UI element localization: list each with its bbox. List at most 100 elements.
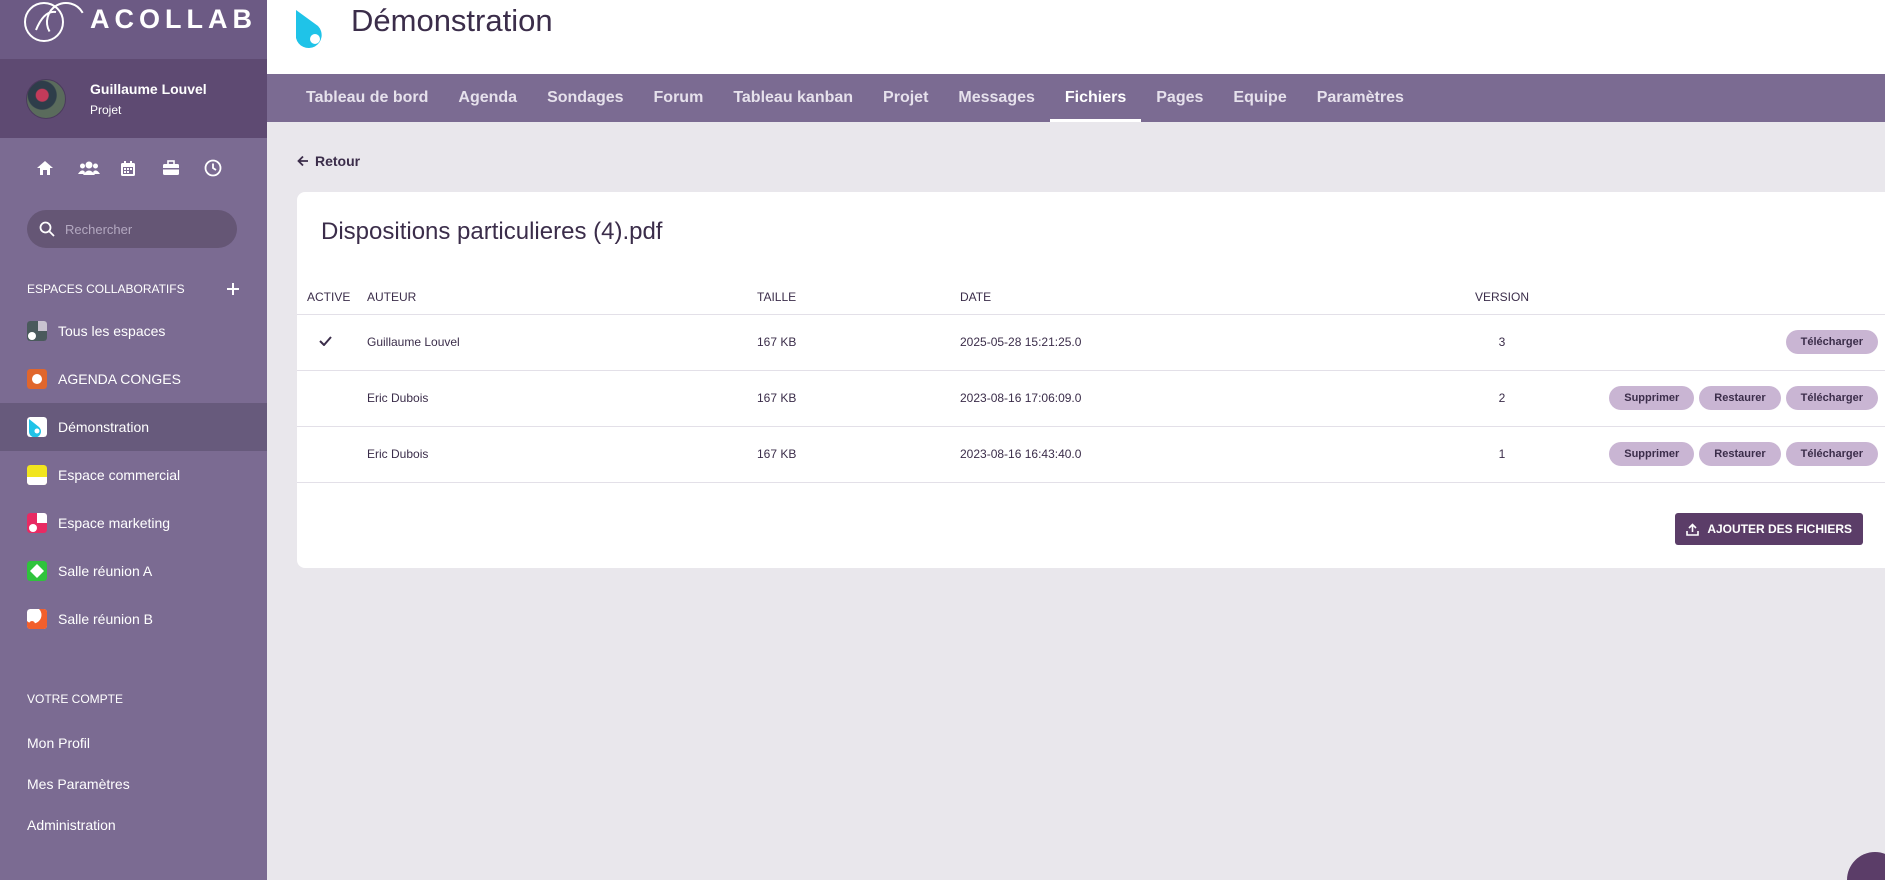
page-title: Démonstration: [351, 3, 553, 38]
avatar[interactable]: [26, 78, 66, 119]
space-item-tous-les-espaces[interactable]: Tous les espaces: [0, 307, 267, 355]
space-list: Tous les espaces AGENDA CONGES Démonstra…: [0, 307, 267, 643]
restore-button[interactable]: Restaurer: [1699, 386, 1781, 410]
calendar-icon[interactable]: [120, 156, 162, 180]
space-icon: [27, 561, 47, 581]
space-label: Tous les espaces: [58, 323, 166, 339]
active-cell: [297, 314, 367, 371]
versions-table: ACTIVE AUTEUR TAILLE DATE VERSION Guilla…: [297, 280, 1885, 483]
space-label: AGENDA CONGES: [58, 371, 181, 387]
table-row: Eric Dubois 167 KB 2023-08-16 16:43:40.0…: [297, 426, 1885, 483]
add-files-button[interactable]: AJOUTER DES FICHIERS: [1675, 513, 1863, 545]
account-link-parametres[interactable]: Mes Paramètres: [0, 763, 267, 804]
tab-forum[interactable]: Forum: [639, 74, 719, 122]
actions-cell: Télécharger: [1572, 314, 1885, 371]
space-item-salle-reunion-a[interactable]: Salle réunion A: [0, 547, 267, 595]
sidebar: ACOLLAB Guillaume Louvel Projet ESPACES …: [0, 0, 267, 880]
people-icon[interactable]: [78, 156, 120, 180]
tab-sondages[interactable]: Sondages: [532, 74, 638, 122]
download-button[interactable]: Télécharger: [1785, 442, 1878, 466]
clock-icon[interactable]: [204, 156, 246, 180]
user-role: Projet: [90, 102, 122, 117]
space-label: Salle réunion B: [58, 611, 153, 627]
space-icon: [27, 321, 47, 341]
search-icon: [39, 221, 55, 237]
file-versions-card: Dispositions particulieres (4).pdf ACTIV…: [297, 192, 1885, 568]
search-box[interactable]: [27, 210, 237, 248]
space-logo-icon: [296, 10, 322, 49]
col-date: DATE: [960, 280, 1432, 315]
size-cell: 167 KB: [757, 370, 960, 427]
user-block[interactable]: Guillaume Louvel Projet: [0, 59, 267, 138]
space-item-espace-commercial[interactable]: Espace commercial: [0, 451, 267, 499]
author-cell: Eric Dubois: [367, 426, 757, 483]
restore-button[interactable]: Restaurer: [1699, 442, 1781, 466]
home-icon[interactable]: [36, 156, 78, 180]
tab-equipe[interactable]: Equipe: [1218, 74, 1301, 122]
size-cell: 167 KB: [757, 426, 960, 483]
col-author: AUTEUR: [367, 280, 757, 315]
tab-parametres[interactable]: Paramètres: [1302, 74, 1419, 122]
tab-projet[interactable]: Projet: [868, 74, 943, 122]
col-active: ACTIVE: [297, 280, 367, 315]
date-cell: 2023-08-16 17:06:09.0: [960, 370, 1432, 427]
space-label: Espace commercial: [58, 467, 181, 483]
space-item-espace-marketing[interactable]: Espace marketing: [0, 499, 267, 547]
table-row: Eric Dubois 167 KB 2023-08-16 17:06:09.0…: [297, 370, 1885, 427]
account-link-administration[interactable]: Administration: [0, 804, 267, 845]
user-name: Guillaume Louvel: [90, 80, 207, 97]
active-cell: [297, 426, 367, 483]
spaces-section-title: ESPACES COLLABORATIFS: [0, 279, 267, 299]
account-section-title: VOTRE COMPTE: [0, 692, 267, 706]
add-space-icon[interactable]: [227, 283, 239, 295]
delete-button[interactable]: Supprimer: [1609, 442, 1695, 466]
space-label: Espace marketing: [58, 515, 171, 531]
date-cell: 2025-05-28 15:21:25.0: [960, 314, 1432, 371]
add-files-label: AJOUTER DES FICHIERS: [1707, 522, 1852, 536]
back-link[interactable]: Retour: [297, 153, 360, 169]
logo-bar: ACOLLAB: [0, 0, 267, 59]
size-cell: 167 KB: [757, 314, 960, 371]
version-cell: 2: [1432, 370, 1572, 427]
arrow-left-icon: [297, 155, 308, 167]
version-cell: 1: [1432, 426, 1572, 483]
space-icon: [27, 417, 47, 437]
table-row: Guillaume Louvel 167 KB 2025-05-28 15:21…: [297, 314, 1885, 371]
col-version: VERSION: [1432, 280, 1572, 315]
space-item-demonstration[interactable]: Démonstration: [0, 403, 267, 451]
spaces-title: ESPACES COLLABORATIFS: [27, 282, 185, 296]
space-item-agenda-conges[interactable]: AGENDA CONGES: [0, 355, 267, 403]
space-icon: [27, 465, 47, 485]
col-size: TAILLE: [757, 280, 960, 315]
download-button[interactable]: Télécharger: [1785, 330, 1878, 354]
tab-messages[interactable]: Messages: [943, 74, 1050, 122]
briefcase-icon[interactable]: [162, 156, 204, 180]
version-cell: 3: [1432, 314, 1572, 371]
space-label: Salle réunion A: [58, 563, 153, 579]
tab-agenda[interactable]: Agenda: [443, 74, 532, 122]
tab-pages[interactable]: Pages: [1141, 74, 1218, 122]
col-actions: [1572, 280, 1885, 315]
delete-button[interactable]: Supprimer: [1609, 386, 1695, 410]
tab-fichiers[interactable]: Fichiers: [1049, 74, 1142, 122]
tab-tableau-kanban[interactable]: Tableau kanban: [718, 74, 868, 122]
quick-icons: [0, 138, 267, 200]
account-link-profil[interactable]: Mon Profil: [0, 722, 267, 763]
space-icon: [27, 609, 47, 629]
actions-cell: Supprimer Restaurer Télécharger: [1572, 426, 1885, 483]
account-title: VOTRE COMPTE: [27, 692, 124, 706]
search-input[interactable]: [65, 221, 215, 237]
tab-tableau-de-bord[interactable]: Tableau de bord: [291, 74, 443, 122]
check-icon: [319, 336, 332, 347]
table-header-row: ACTIVE AUTEUR TAILLE DATE VERSION: [297, 280, 1885, 315]
author-cell: Eric Dubois: [367, 370, 757, 427]
actions-cell: Supprimer Restaurer Télécharger: [1572, 370, 1885, 427]
floating-action-button[interactable]: [1847, 852, 1885, 880]
brand-name: ACOLLAB: [90, 4, 257, 34]
date-cell: 2023-08-16 16:43:40.0: [960, 426, 1432, 483]
account-links: Mon Profil Mes Paramètres Administration: [0, 722, 267, 845]
space-item-salle-reunion-b[interactable]: Salle réunion B: [0, 595, 267, 643]
active-cell: [297, 370, 367, 427]
download-button[interactable]: Télécharger: [1785, 386, 1878, 410]
back-label: Retour: [315, 153, 361, 169]
